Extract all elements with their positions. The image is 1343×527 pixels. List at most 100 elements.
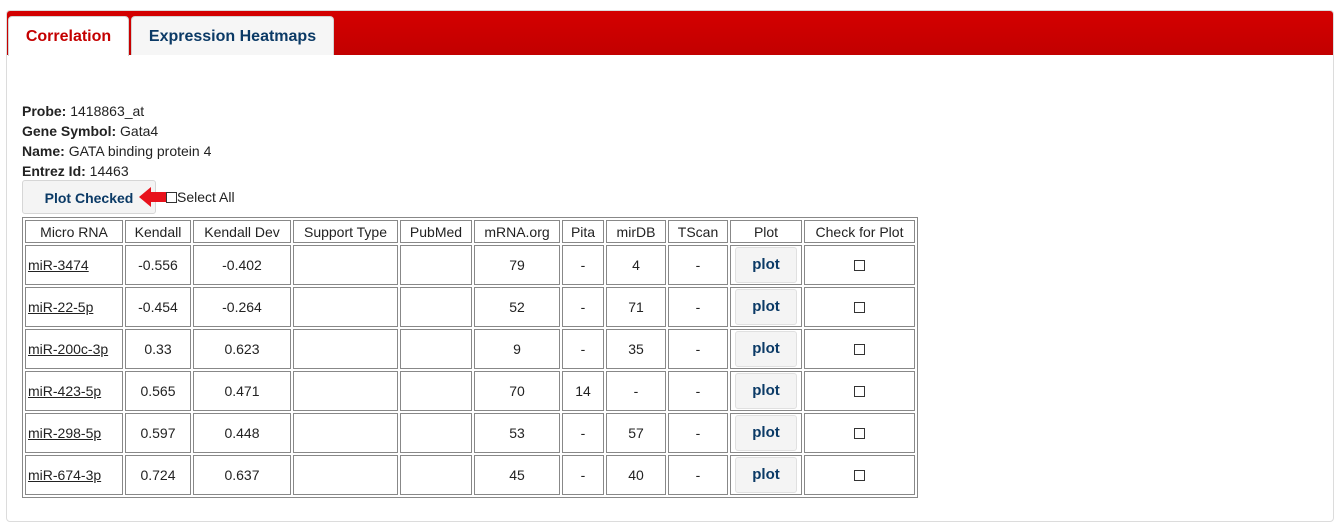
- plot-checkbox[interactable]: [854, 428, 865, 439]
- cell-kendall: 0.724: [125, 455, 191, 495]
- cell-mrna-org: 79: [474, 245, 560, 285]
- cell-plot: plot: [730, 413, 802, 453]
- probe-info: Probe: 1418863_at Gene Symbol: Gata4 Nam…: [22, 101, 211, 181]
- cell-micro-rna: miR-423-5p: [25, 371, 123, 411]
- mirna-link[interactable]: miR-3474: [28, 257, 89, 273]
- header-plot: Plot: [730, 220, 802, 243]
- cell-check: [804, 245, 915, 285]
- cell-mrna-org: 70: [474, 371, 560, 411]
- cell-kendall-dev: 0.637: [193, 455, 291, 495]
- cell-mirdb: 57: [606, 413, 666, 453]
- cell-mirdb: 4: [606, 245, 666, 285]
- header-support-type: Support Type: [293, 220, 398, 243]
- cell-kendall: -0.454: [125, 287, 191, 327]
- entrez-line: Entrez Id: 14463: [22, 161, 211, 181]
- plot-checked-button[interactable]: Plot Checked: [22, 180, 156, 214]
- plot-checkbox[interactable]: [854, 260, 865, 271]
- table-row: miR-22-5p -0.454 -0.264 52 - 71 - plot: [25, 287, 915, 327]
- cell-check: [804, 371, 915, 411]
- tab-correlation[interactable]: Correlation: [8, 16, 129, 56]
- name-label: Name:: [22, 143, 65, 159]
- cell-kendall: -0.556: [125, 245, 191, 285]
- plot-button[interactable]: plot: [735, 415, 797, 451]
- cell-plot: plot: [730, 371, 802, 411]
- cell-pita: -: [562, 455, 604, 495]
- cell-tscan: -: [668, 287, 728, 327]
- cell-support-type: [293, 371, 398, 411]
- cell-check: [804, 413, 915, 453]
- plot-button[interactable]: plot: [735, 247, 797, 283]
- table-row: miR-298-5p 0.597 0.448 53 - 57 - plot: [25, 413, 915, 453]
- cell-micro-rna: miR-674-3p: [25, 455, 123, 495]
- table-row: miR-674-3p 0.724 0.637 45 - 40 - plot: [25, 455, 915, 495]
- cell-mrna-org: 53: [474, 413, 560, 453]
- table-row: miR-3474 -0.556 -0.402 79 - 4 - plot: [25, 245, 915, 285]
- select-all-checkbox[interactable]: [166, 192, 177, 203]
- gene-symbol-value: Gata4: [120, 123, 159, 139]
- plot-button[interactable]: plot: [735, 457, 797, 493]
- cell-mirdb: 71: [606, 287, 666, 327]
- mirna-link[interactable]: miR-22-5p: [28, 299, 93, 315]
- plot-checkbox[interactable]: [854, 386, 865, 397]
- cell-tscan: -: [668, 371, 728, 411]
- cell-support-type: [293, 329, 398, 369]
- header-kendall: Kendall: [125, 220, 191, 243]
- cell-tscan: -: [668, 329, 728, 369]
- mirna-link[interactable]: miR-298-5p: [28, 425, 101, 441]
- cell-micro-rna: miR-298-5p: [25, 413, 123, 453]
- cell-plot: plot: [730, 245, 802, 285]
- cell-pubmed: [400, 413, 472, 453]
- cell-pubmed: [400, 371, 472, 411]
- name-line: Name: GATA binding protein 4: [22, 141, 211, 161]
- cell-pita: 14: [562, 371, 604, 411]
- cell-micro-rna: miR-22-5p: [25, 287, 123, 327]
- cell-support-type: [293, 245, 398, 285]
- cell-support-type: [293, 287, 398, 327]
- cell-mirdb: 35: [606, 329, 666, 369]
- cell-check: [804, 455, 915, 495]
- header-mrna-org: mRNA.org: [474, 220, 560, 243]
- mirna-link[interactable]: miR-423-5p: [28, 383, 101, 399]
- table-row: miR-423-5p 0.565 0.471 70 14 - - plot: [25, 371, 915, 411]
- cell-support-type: [293, 455, 398, 495]
- plot-button[interactable]: plot: [735, 331, 797, 367]
- cell-pubmed: [400, 287, 472, 327]
- gene-symbol-label: Gene Symbol:: [22, 123, 117, 139]
- name-value: GATA binding protein 4: [68, 143, 212, 159]
- cell-kendall: 0.33: [125, 329, 191, 369]
- mirna-link[interactable]: miR-674-3p: [28, 467, 101, 483]
- entrez-value: 14463: [89, 163, 129, 179]
- cell-support-type: [293, 413, 398, 453]
- cell-plot: plot: [730, 455, 802, 495]
- tab-expression-heatmaps[interactable]: Expression Heatmaps: [131, 16, 334, 55]
- arrow-left-icon: [139, 187, 169, 207]
- cell-kendall: 0.565: [125, 371, 191, 411]
- select-all-label: Select All: [177, 189, 235, 205]
- header-check-for-plot: Check for Plot: [804, 220, 915, 243]
- select-all-control[interactable]: Select All: [166, 189, 235, 205]
- header-mirdb: mirDB: [606, 220, 666, 243]
- plot-button[interactable]: plot: [735, 373, 797, 409]
- gene-symbol-line: Gene Symbol: Gata4: [22, 121, 211, 141]
- mirna-link[interactable]: miR-200c-3p: [28, 341, 108, 357]
- cell-mrna-org: 52: [474, 287, 560, 327]
- plot-checkbox[interactable]: [854, 302, 865, 313]
- plot-button[interactable]: plot: [735, 289, 797, 325]
- cell-plot: plot: [730, 287, 802, 327]
- cell-micro-rna: miR-200c-3p: [25, 329, 123, 369]
- cell-mrna-org: 45: [474, 455, 560, 495]
- header-kendall-dev: Kendall Dev: [193, 220, 291, 243]
- plot-checkbox[interactable]: [854, 470, 865, 481]
- cell-pita: -: [562, 329, 604, 369]
- header-pita: Pita: [562, 220, 604, 243]
- mirna-table: Micro RNA Kendall Kendall Dev Support Ty…: [22, 217, 918, 498]
- cell-pubmed: [400, 245, 472, 285]
- cell-tscan: -: [668, 413, 728, 453]
- table-row: miR-200c-3p 0.33 0.623 9 - 35 - plot: [25, 329, 915, 369]
- header-micro-rna: Micro RNA: [25, 220, 123, 243]
- entrez-label: Entrez Id:: [22, 163, 86, 179]
- cell-tscan: -: [668, 245, 728, 285]
- probe-value: 1418863_at: [70, 103, 145, 119]
- plot-checkbox[interactable]: [854, 344, 865, 355]
- cell-kendall-dev: 0.448: [193, 413, 291, 453]
